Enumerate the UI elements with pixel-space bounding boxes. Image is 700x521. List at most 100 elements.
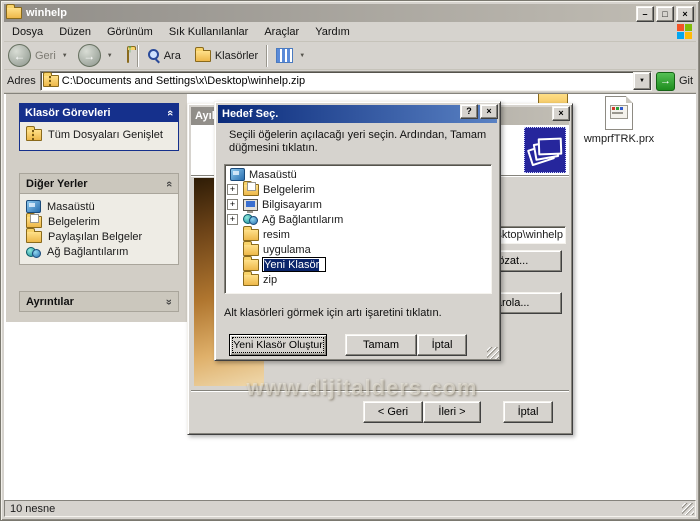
- network-icon: [243, 214, 258, 225]
- wizard-back-button[interactable]: < Geri: [363, 401, 423, 423]
- address-bar: Adres ▼ → Git: [4, 70, 696, 93]
- folders-label[interactable]: Klasörler: [215, 50, 258, 62]
- back-icon[interactable]: ←: [8, 44, 31, 67]
- folder-icon: [243, 274, 259, 286]
- maximize-button[interactable]: □: [656, 6, 674, 22]
- go-label[interactable]: Git: [679, 75, 693, 87]
- folder-name-edit[interactable]: Yeni Klasör: [262, 257, 326, 272]
- new-folder-button[interactable]: Yeni Klasör Oluştur: [229, 334, 327, 356]
- chevron-up-icon[interactable]: «: [163, 180, 175, 186]
- expand-plus-icon[interactable]: +: [227, 184, 238, 195]
- my-documents-icon: [243, 184, 259, 196]
- expand-plus-icon[interactable]: +: [227, 199, 238, 210]
- minimize-button[interactable]: –: [636, 6, 654, 22]
- up-folder-button[interactable]: ↑: [127, 50, 129, 62]
- explorer-window: winhelp – □ × Dosya Düzen Görünüm Sık Ku…: [0, 0, 700, 521]
- wizard-cancel-button[interactable]: İptal: [503, 401, 553, 423]
- address-input[interactable]: [62, 74, 630, 88]
- folders-icon[interactable]: [195, 50, 211, 62]
- wizard-footer-separator: [191, 390, 569, 392]
- views-icon[interactable]: [276, 48, 293, 63]
- wizard-next-button[interactable]: İleri >: [423, 401, 481, 423]
- tree-label: Masaüstü: [249, 169, 297, 181]
- window-title: winhelp: [26, 7, 67, 19]
- tree-label: Bilgisayarım: [262, 199, 322, 211]
- close-button[interactable]: ×: [676, 6, 694, 22]
- network-icon: [26, 247, 41, 258]
- desktop-icon: [230, 168, 245, 181]
- details-header[interactable]: Ayrıntılar «: [19, 291, 179, 312]
- tree-label: resim: [263, 229, 290, 241]
- chevron-down-icon[interactable]: «: [163, 298, 175, 304]
- chevron-up-icon[interactable]: «: [164, 109, 176, 115]
- folder-tree[interactable]: Masaüstü + Belgelerim + Bilgisayarım + A…: [224, 164, 492, 294]
- tree-item-belgelerim[interactable]: + Belgelerim: [225, 182, 491, 197]
- details-title: Ayrıntılar: [26, 296, 74, 308]
- tree-item-uygulama[interactable]: uygulama: [225, 242, 491, 257]
- back-label[interactable]: Geri: [35, 50, 56, 62]
- extract-all-task[interactable]: Tüm Dosyaları Genişlet: [20, 122, 178, 142]
- search-icon[interactable]: [147, 49, 160, 62]
- tree-item-yeni-klasor[interactable]: Yeni Klasör: [225, 257, 491, 272]
- place-masaustu[interactable]: Masaüstü: [20, 198, 178, 214]
- back-dropdown-icon[interactable]: ▼: [62, 53, 68, 59]
- dialog-titlebar[interactable]: Hedef Seç.: [218, 105, 497, 123]
- address-dropdown-icon[interactable]: ▼: [633, 72, 651, 90]
- window-titlebar[interactable]: winhelp – □ ×: [4, 4, 696, 22]
- menu-gorunum[interactable]: Görünüm: [99, 24, 161, 40]
- tree-label: zip: [263, 274, 277, 286]
- place-belgelerim[interactable]: Belgelerim: [20, 214, 178, 229]
- place-label: Masaüstü: [47, 201, 95, 213]
- forward-icon[interactable]: →: [78, 44, 101, 67]
- selected-text: Yeni Klasör: [264, 259, 319, 271]
- tree-item-ag-baglantilarim[interactable]: + Ağ Bağlantılarım: [225, 212, 491, 227]
- window-resize-grip[interactable]: [682, 503, 694, 515]
- content-area: Klasör Görevleri « Tüm Dosyaları Genişle…: [4, 93, 696, 501]
- menu-araclar[interactable]: Araçlar: [256, 24, 307, 40]
- forward-dropdown-icon[interactable]: ▼: [107, 53, 113, 59]
- details-panel: Ayrıntılar «: [19, 291, 179, 312]
- views-dropdown-icon[interactable]: ▼: [299, 53, 305, 59]
- toolbar: ← Geri ▼ → ▼ ↑ Ara Klasörler ▼: [4, 42, 696, 70]
- wizard-close-icon[interactable]: ×: [552, 106, 570, 121]
- dialog-close-icon[interactable]: ×: [480, 104, 498, 119]
- help-icon[interactable]: ?: [460, 104, 478, 119]
- other-places-header[interactable]: Diğer Yerler «: [19, 173, 179, 194]
- tree-item-resim[interactable]: resim: [225, 227, 491, 242]
- window-folder-icon: [6, 7, 22, 19]
- dialog-cancel-button[interactable]: İptal: [417, 334, 467, 356]
- menu-dosya[interactable]: Dosya: [4, 24, 51, 40]
- extract-all-label: Tüm Dosyaları Genişlet: [48, 129, 163, 141]
- select-destination-dialog: Hedef Seç. ? × Seçili öğelerin açılacağı…: [214, 101, 501, 361]
- go-icon[interactable]: →: [656, 72, 675, 91]
- menu-duzen[interactable]: Düzen: [51, 24, 99, 40]
- tree-item-masaustu[interactable]: Masaüstü: [225, 167, 491, 182]
- dialog-title: Hedef Seç.: [222, 108, 278, 120]
- folder-tasks-title: Klasör Görevleri: [25, 107, 111, 119]
- tree-label: Belgelerim: [263, 184, 315, 196]
- place-label: Ağ Bağlantılarım: [47, 246, 128, 258]
- file-item[interactable]: wmprfTRK.prx: [576, 96, 662, 145]
- ok-button[interactable]: Tamam: [345, 334, 417, 356]
- up-arrow-icon: ↑: [127, 43, 133, 55]
- place-ag-baglantilarim[interactable]: Ağ Bağlantılarım: [20, 244, 178, 259]
- address-label: Adres: [7, 75, 36, 87]
- dialog-hint: Alt klasörleri görmek için artı işaretin…: [224, 307, 442, 319]
- screenshot-stage: winhelp – □ × Dosya Düzen Görünüm Sık Ku…: [0, 0, 700, 521]
- tree-item-bilgisayarim[interactable]: + Bilgisayarım: [225, 197, 491, 212]
- folder-icon: [243, 229, 259, 241]
- expand-plus-icon[interactable]: +: [227, 214, 238, 225]
- folder-tasks-header[interactable]: Klasör Görevleri «: [19, 103, 179, 122]
- status-bar: 10 nesne: [4, 500, 696, 517]
- tree-item-zip[interactable]: zip: [225, 272, 491, 287]
- place-label: Belgelerim: [48, 216, 100, 228]
- dialog-resize-grip[interactable]: [487, 347, 499, 359]
- status-text: 10 nesne: [10, 503, 55, 515]
- address-combo[interactable]: ▼: [40, 71, 652, 91]
- search-label[interactable]: Ara: [164, 50, 181, 62]
- zip-folder-icon: [26, 129, 42, 141]
- menu-yardim[interactable]: Yardım: [307, 24, 358, 40]
- place-paylasilan-belgeler[interactable]: Paylaşılan Belgeler: [20, 229, 178, 244]
- folder-icon: [243, 259, 259, 271]
- menu-sik-kullanilanlar[interactable]: Sık Kullanılanlar: [161, 24, 257, 40]
